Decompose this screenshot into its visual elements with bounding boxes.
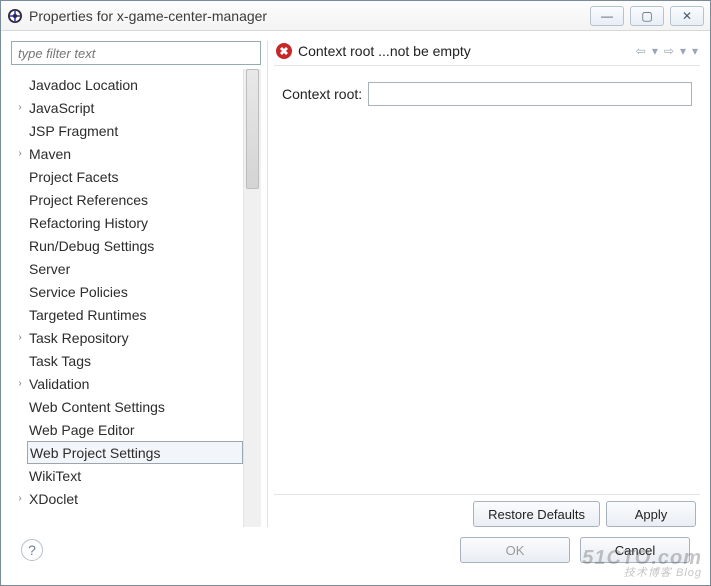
maximize-button[interactable]: ▢ [630, 6, 664, 26]
nav-forward-icon[interactable]: ⇨ [664, 44, 674, 58]
tree-item[interactable]: › JavaScript [11, 96, 243, 119]
tree-item[interactable]: › Validation [11, 372, 243, 395]
app-icon [7, 8, 23, 24]
chevron-right-icon[interactable]: › [15, 102, 25, 113]
tree-item-label: Javadoc Location [29, 77, 138, 93]
minimize-button[interactable]: — [590, 6, 624, 26]
tree-item-label: Server [29, 261, 70, 277]
tree-item-label: Validation [29, 376, 89, 392]
tree-item-label: Web Page Editor [29, 422, 135, 438]
tree-item-label: Maven [29, 146, 71, 162]
tree-item[interactable]: › Maven [11, 142, 243, 165]
form-area: Context root: [274, 66, 700, 494]
tree-item-label: Task Tags [29, 353, 91, 369]
dialog-footer: ? OK Cancel [11, 527, 700, 575]
tree-item-label: Service Policies [29, 284, 128, 300]
nav-back-menu-icon[interactable]: ▾ [652, 44, 658, 58]
tree-item[interactable]: Web Content Settings [11, 395, 243, 418]
nav-arrows: ⇦ ▾ ⇨ ▾ ▾ [636, 44, 698, 58]
tree-item-label: Refactoring History [29, 215, 148, 231]
tree-item-label: Web Project Settings [30, 445, 160, 461]
tree-item[interactable]: Task Tags [11, 349, 243, 372]
nav-forward-menu-icon[interactable]: ▾ [680, 44, 686, 58]
tree-item[interactable]: Targeted Runtimes [11, 303, 243, 326]
tree-item[interactable]: Server [11, 257, 243, 280]
message-banner: ✖ Context root ...not be empty ⇦ ▾ ⇨ ▾ ▾ [274, 41, 700, 66]
tree-item-label: WikiText [29, 468, 81, 484]
restore-defaults-button[interactable]: Restore Defaults [473, 501, 600, 527]
dialog-body: Javadoc Location › JavaScript JSP Fragment ›… [1, 31, 710, 585]
scrollbar-track[interactable] [243, 69, 261, 527]
tree-item[interactable]: JSP Fragment [11, 119, 243, 142]
scrollbar-thumb[interactable] [246, 69, 259, 189]
tree-item[interactable]: Refactoring History [11, 211, 243, 234]
page-buttons: Restore Defaults Apply [274, 494, 700, 527]
tree-item[interactable]: › XDoclet [11, 487, 243, 510]
tree-item[interactable]: Run/Debug Settings [11, 234, 243, 257]
filter-input[interactable] [11, 41, 261, 65]
left-panel: Javadoc Location › JavaScript JSP Fragment ›… [11, 41, 261, 527]
tree-item[interactable]: Service Policies [11, 280, 243, 303]
right-panel: ✖ Context root ...not be empty ⇦ ▾ ⇨ ▾ ▾… [267, 41, 700, 527]
error-icon: ✖ [276, 43, 292, 59]
nav-dropdown-icon[interactable]: ▾ [692, 44, 698, 58]
apply-button[interactable]: Apply [606, 501, 696, 527]
window-title: Properties for x-game-center-manager [29, 8, 584, 24]
tree-item-label: Task Repository [29, 330, 129, 346]
tree-item[interactable]: Web Project Settings [27, 441, 243, 464]
tree-item-label: XDoclet [29, 491, 78, 507]
tree-item-label: Targeted Runtimes [29, 307, 147, 323]
tree-item[interactable]: WikiText [11, 464, 243, 487]
nav-back-icon[interactable]: ⇦ [636, 44, 646, 58]
help-icon[interactable]: ? [21, 539, 43, 561]
chevron-right-icon[interactable]: › [15, 332, 25, 343]
context-root-label: Context root: [282, 86, 362, 102]
context-root-row: Context root: [282, 82, 692, 106]
chevron-right-icon[interactable]: › [15, 148, 25, 159]
cancel-button[interactable]: Cancel [580, 537, 690, 563]
titlebar: Properties for x-game-center-manager — ▢… [1, 1, 710, 31]
banner-message: Context root ...not be empty [298, 43, 630, 59]
tree-item-label: JavaScript [29, 100, 94, 116]
tree-item[interactable]: › Task Repository [11, 326, 243, 349]
tree-item[interactable]: Project Facets [11, 165, 243, 188]
tree-item-label: Web Content Settings [29, 399, 165, 415]
properties-dialog: Properties for x-game-center-manager — ▢… [0, 0, 711, 586]
tree-item-label: Project References [29, 192, 148, 208]
context-root-input[interactable] [368, 82, 692, 106]
tree-item[interactable]: Project References [11, 188, 243, 211]
chevron-right-icon[interactable]: › [15, 493, 25, 504]
tree-item[interactable]: Javadoc Location [11, 73, 243, 96]
tree-item-label: Run/Debug Settings [29, 238, 154, 254]
chevron-right-icon[interactable]: › [15, 378, 25, 389]
close-button[interactable]: ✕ [670, 6, 704, 26]
tree-item-label: Project Facets [29, 169, 118, 185]
tree-item-label: JSP Fragment [29, 123, 118, 139]
tree-item[interactable]: Web Page Editor [11, 418, 243, 441]
properties-tree[interactable]: Javadoc Location › JavaScript JSP Fragment ›… [11, 69, 243, 527]
ok-button[interactable]: OK [460, 537, 570, 563]
